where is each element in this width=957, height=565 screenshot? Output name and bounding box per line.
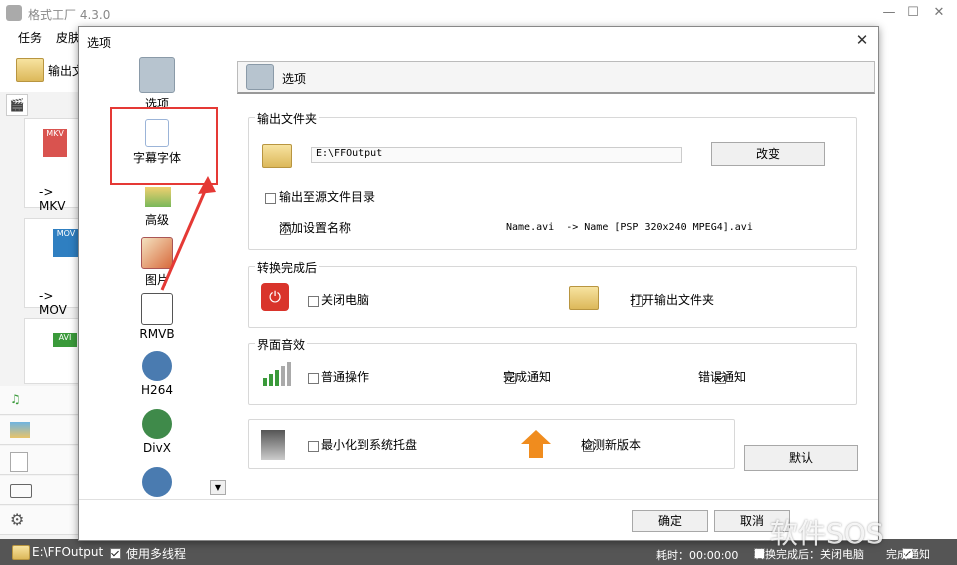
multithread-label: 使用多线程 [126,547,187,561]
format-panel: 🎬 MKV -> MKV MOV -> MOV AVI ♫ ⚙ [0,92,82,539]
category-options[interactable]: 选项 [125,57,189,112]
output-to-source-label: 输出至源文件目录 [279,190,376,204]
gear-icon: ⚙ [10,510,25,529]
multithread-checkbox[interactable] [110,548,121,559]
format-card-avi[interactable]: AVI [24,318,82,384]
notify-label: 完成通知 [886,548,930,561]
film-reel-icon [142,409,172,439]
picture-icon [10,422,30,438]
misc-group: 最小化到系统托盘 检测新版本 [248,419,735,469]
after-convert-title: 转换完成后 [255,259,320,276]
close-app-button[interactable]: ✕ [926,2,952,24]
avi-badge: AVI [53,333,77,347]
after-convert-group: 转换完成后 ⏻ 关闭电脑 打开输出文件夹 [248,259,857,328]
image-category[interactable] [0,416,80,445]
normal-op-label: 普通操作 [321,370,370,384]
mov-badge: MOV [53,229,79,257]
volume-bars-icon [263,362,293,386]
film-reel-icon [142,467,172,497]
format-card-mkv[interactable]: MKV -> MKV [24,118,82,213]
doc-icon [10,452,28,472]
output-to-source-checkbox[interactable] [265,193,276,204]
app-titlebar: 格式工厂 4.3.0 — ☐ ✕ [0,0,957,26]
music-icon: ♫ [10,392,21,406]
drive-icon [10,484,32,498]
audio-category[interactable]: ♫ [0,386,80,415]
dialog-close-button[interactable]: ✕ [851,29,873,51]
default-button[interactable]: 默认 [744,445,858,471]
status-folder-icon [12,545,30,560]
document-category[interactable] [0,446,80,475]
setting-name-example: Name.avi -> Name [PSP 320x240 MPEG4].avi [506,222,753,233]
gear-icon [246,64,274,90]
change-button[interactable]: 改变 [711,142,825,166]
category-rmvb-label: RMVB [139,327,175,341]
scroll-down-button[interactable]: ▼ [210,480,226,495]
app-title: 格式工厂 4.3.0 [28,8,111,22]
done-notify-label: 完成通知 [503,370,552,384]
update-arrow-icon [521,430,551,444]
divider [79,499,878,500]
open-folder-icon [569,286,599,310]
format-card-mov[interactable]: MOV -> MOV [24,218,82,317]
app-logo-icon [6,5,22,21]
film-reel-icon [142,351,172,381]
category-divx-label: DivX [143,441,171,455]
normal-op-checkbox[interactable] [308,373,319,384]
open-folder-label: 打开输出文件夹 [630,293,715,307]
annotation-arrow-icon [160,176,216,291]
rom-category[interactable] [0,476,80,505]
output-path-field[interactable]: E:\FFOutput [311,147,682,163]
status-path: E:\FFOutput [32,545,104,559]
dialog-title: 选项 [87,36,112,50]
video-category-icon[interactable]: 🎬 [6,94,28,116]
section-header: 选项 [237,61,875,94]
tools-category[interactable]: ⚙ [0,506,80,535]
output-folder-title: 输出文件夹 [255,110,320,127]
minimize-tray-label: 最小化到系统托盘 [321,438,418,452]
error-notify-label: 错误通知 [698,370,747,384]
watermark: 软件SOS [770,517,884,550]
category-h264-label: H264 [141,383,173,397]
format-label-mov: -> MOV [39,289,67,317]
output-folder-group: 输出文件夹 E:\FFOutput 改变 输出至源文件目录 添加设置名称 Nam… [248,110,857,250]
category-more[interactable] [125,467,189,499]
maximize-button[interactable]: ☐ [900,2,926,24]
ok-button[interactable]: 确定 [632,510,708,532]
power-icon: ⏻ [261,283,289,311]
update-arrow-stem [529,444,543,458]
menu-skin[interactable]: 皮肤 [56,29,80,46]
format-label-mkv: -> MKV [39,185,66,213]
category-h264[interactable]: H264 [125,351,189,397]
add-setting-name-label: 添加设置名称 [279,221,352,235]
section-header-label: 选项 [282,72,307,86]
folder-icon [262,144,292,168]
gear-icon [139,57,175,93]
minimize-tray-checkbox[interactable] [308,441,319,452]
output-folder-icon[interactable] [16,58,44,82]
mkv-badge: MKV [43,129,67,157]
tray-icon [261,430,285,460]
shutdown-checkbox[interactable] [308,296,319,307]
check-update-label: 检测新版本 [581,438,642,452]
sound-group: 界面音效 普通操作 完成通知 错误通知 [248,336,857,405]
category-divx[interactable]: DivX [125,409,189,455]
minimize-button[interactable]: — [876,2,902,24]
menu-task[interactable]: 任务 [18,29,42,46]
sound-group-title: 界面音效 [255,336,308,353]
shutdown-label: 关闭电脑 [321,293,370,307]
elapsed-time: 耗时：00:00:00 [656,549,739,562]
category-rmvb[interactable]: RMVB [125,293,189,341]
